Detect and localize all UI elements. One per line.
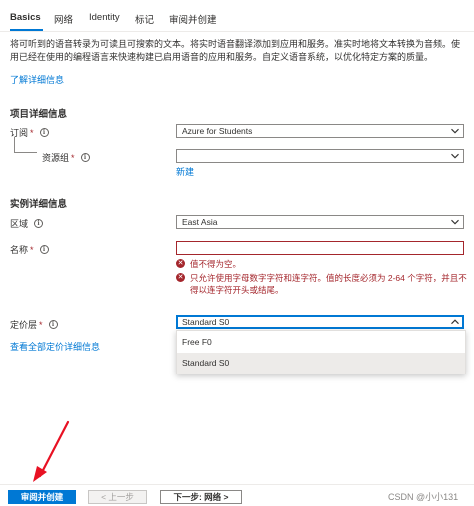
region-label-text: 区域	[10, 219, 29, 229]
resource-group-select[interactable]	[176, 149, 464, 163]
pricing-tier-value: Standard S0	[182, 317, 230, 327]
review-create-button[interactable]: 审阅并创建	[8, 490, 76, 504]
pricing-tier-dropdown: Free F0 Standard S0	[176, 330, 466, 374]
tree-connector	[14, 137, 37, 153]
required-mark: *	[39, 319, 43, 330]
name-input[interactable]	[176, 241, 464, 255]
region-select[interactable]: East Asia	[176, 215, 464, 229]
chevron-down-icon	[451, 128, 459, 134]
view-pricing-details-link[interactable]: 查看全部定价详细信息	[10, 340, 100, 353]
service-description: 将可听到的语音转录为可读且可搜索的文本。将实时语音翻译添加到应用和服务。准实时地…	[10, 39, 461, 62]
pricing-option-free-f0[interactable]: Free F0	[177, 332, 465, 353]
region-value: East Asia	[182, 217, 218, 227]
annotation-arrow-icon	[33, 420, 70, 482]
tab-bar: Basics 网络 Identity 标记 审阅并创建	[0, 0, 474, 32]
footer-divider	[0, 484, 474, 485]
required-mark: *	[30, 244, 34, 255]
pricing-tier-label-text: 定价层	[10, 320, 38, 330]
tab-identity[interactable]: Identity	[89, 12, 120, 23]
tab-divider	[0, 31, 474, 32]
required-mark: *	[71, 152, 75, 163]
tab-review-create[interactable]: 审阅并创建	[169, 12, 217, 26]
info-icon[interactable]: i	[39, 245, 49, 254]
region-label: 区域 i	[10, 217, 44, 230]
next-network-button[interactable]: 下一步: 网络 >	[160, 490, 242, 504]
pricing-option-standard-s0[interactable]: Standard S0	[177, 353, 465, 374]
instance-details-heading: 实例详细信息	[10, 199, 68, 210]
subscription-select[interactable]: Azure for Students	[176, 124, 464, 138]
error-icon: ✕	[176, 273, 185, 282]
watermark: CSDN @小小131	[388, 492, 459, 502]
tab-tags[interactable]: 标记	[135, 12, 154, 26]
error-icon: ✕	[176, 259, 185, 268]
name-error-format-text: 只允许使用字母数字字符和连字符。值的长度必须为 2-64 个字符，并且不得以连字…	[190, 273, 467, 295]
tab-basics[interactable]: Basics	[10, 12, 41, 23]
info-icon[interactable]: i	[80, 153, 90, 162]
info-icon[interactable]: i	[48, 320, 58, 329]
name-label: 名称 * i	[10, 243, 49, 256]
tab-network[interactable]: 网络	[54, 12, 73, 26]
info-icon[interactable]: i	[39, 128, 49, 137]
pricing-tier-select[interactable]: Standard S0	[176, 315, 464, 329]
name-error-empty: ✕ 值不得为空。	[176, 258, 468, 270]
chevron-down-icon	[451, 219, 459, 225]
name-label-text: 名称	[10, 245, 29, 255]
previous-button[interactable]: < 上一步	[88, 490, 147, 504]
name-error-format: ✕ 只允许使用字母数字字符和连字符。值的长度必须为 2-64 个字符，并且不得以…	[176, 272, 468, 296]
resource-group-label-text: 资源组	[42, 153, 70, 163]
info-icon[interactable]: i	[34, 219, 44, 228]
chevron-up-icon	[451, 319, 459, 325]
chevron-down-icon	[451, 153, 459, 159]
learn-more-link[interactable]: 了解详细信息	[10, 73, 64, 86]
create-new-resource-group-link[interactable]: 新建	[176, 165, 194, 178]
pricing-tier-label: 定价层 * i	[10, 318, 58, 331]
subscription-value: Azure for Students	[182, 126, 253, 136]
resource-group-label: 资源组 * i	[42, 151, 90, 164]
project-details-heading: 项目详细信息	[10, 109, 68, 120]
name-error-empty-text: 值不得为空。	[190, 259, 242, 269]
required-mark: *	[30, 127, 34, 138]
